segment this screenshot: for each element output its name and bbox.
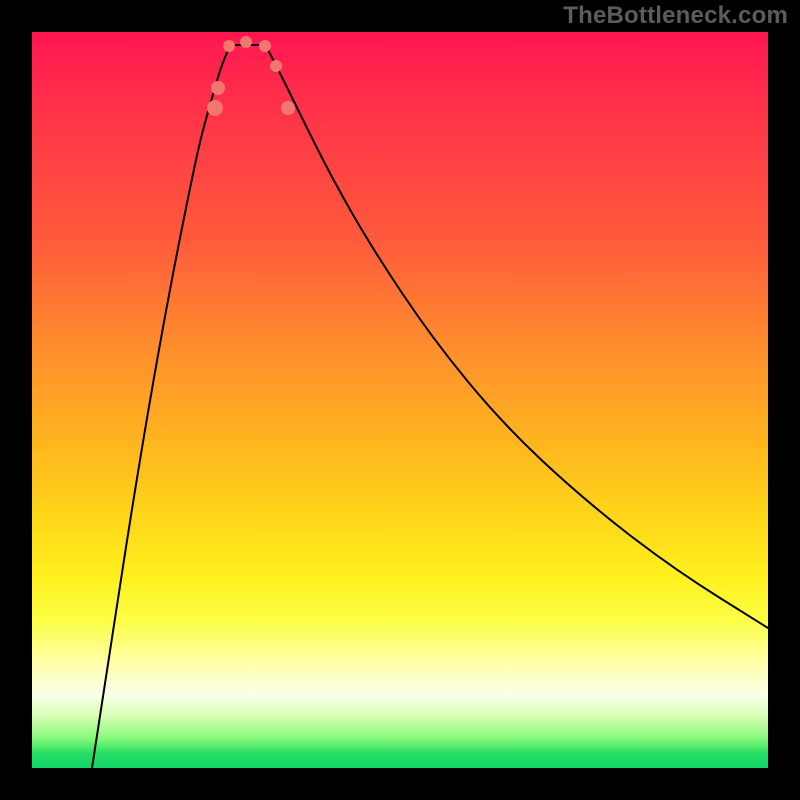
- plot-area: [32, 32, 768, 768]
- curve-marker: [207, 100, 223, 116]
- curve-left-branch: [92, 50, 228, 768]
- curve-marker: [211, 81, 225, 95]
- curve-marker: [240, 36, 252, 48]
- chart-frame: TheBottleneck.com: [0, 0, 800, 800]
- curve-marker: [270, 60, 282, 72]
- watermark-text: TheBottleneck.com: [563, 2, 788, 30]
- curve-marker: [281, 101, 295, 115]
- curve-marker: [259, 40, 271, 52]
- curve-right-branch: [268, 50, 768, 628]
- curve-marker: [223, 40, 235, 52]
- bottleneck-curve: [32, 32, 768, 768]
